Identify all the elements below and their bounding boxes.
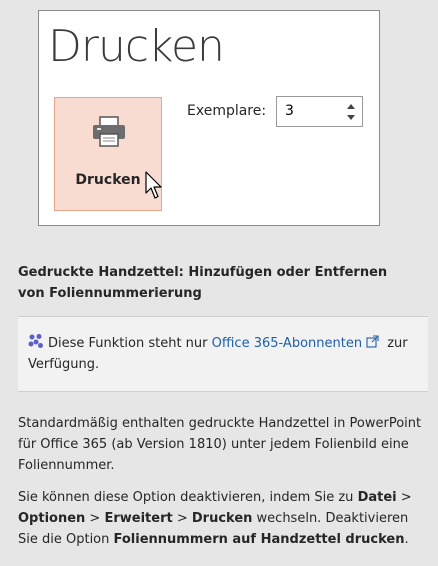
copies-input[interactable]: 3: [276, 96, 363, 127]
note-text: Diese Funktion steht nur Office 365-Abon…: [28, 333, 420, 375]
p2-text-4: >: [172, 511, 192, 526]
p2-text-1: Sie können diese Option deaktivieren, in…: [18, 490, 358, 505]
menu-datei: Datei: [357, 490, 397, 505]
paragraph-disable-option: Sie können diese Option deaktivieren, in…: [18, 487, 428, 550]
office-icon: [28, 334, 43, 348]
menu-erweitert: Erweitert: [104, 511, 173, 526]
option-slide-numbers: Foliennummern auf Handzettel drucken: [113, 532, 405, 547]
mouse-cursor-icon: [145, 171, 162, 199]
note-before-link: Diese Funktion steht nur: [48, 336, 212, 351]
p2-text-2: >: [396, 490, 412, 505]
p2-text-3: >: [85, 511, 105, 526]
spin-down-icon[interactable]: [346, 114, 356, 122]
copies-value: 3: [285, 103, 294, 119]
menu-drucken: Drucken: [191, 511, 253, 526]
spin-up-icon[interactable]: [346, 102, 356, 110]
print-panel-title: Drucken: [48, 21, 225, 72]
print-dialog-screenshot: Drucken Drucken Exemplare: 3: [38, 10, 380, 226]
subscription-note: Diese Funktion steht nur Office 365-Abon…: [18, 316, 428, 392]
printer-icon: [93, 116, 125, 147]
external-link-icon[interactable]: [366, 335, 379, 348]
copies-label: Exemplare:: [187, 103, 267, 119]
paragraph-default-numbering: Standardmäßig enthalten gedruckte Handze…: [18, 416, 422, 473]
menu-optionen: Optionen: [18, 511, 86, 526]
p2-text-6: .: [404, 532, 409, 547]
office365-subscribers-link[interactable]: Office 365-Abonnenten: [212, 336, 362, 351]
article-heading: Gedruckte Handzettel: Hinzufügen oder En…: [18, 265, 388, 301]
